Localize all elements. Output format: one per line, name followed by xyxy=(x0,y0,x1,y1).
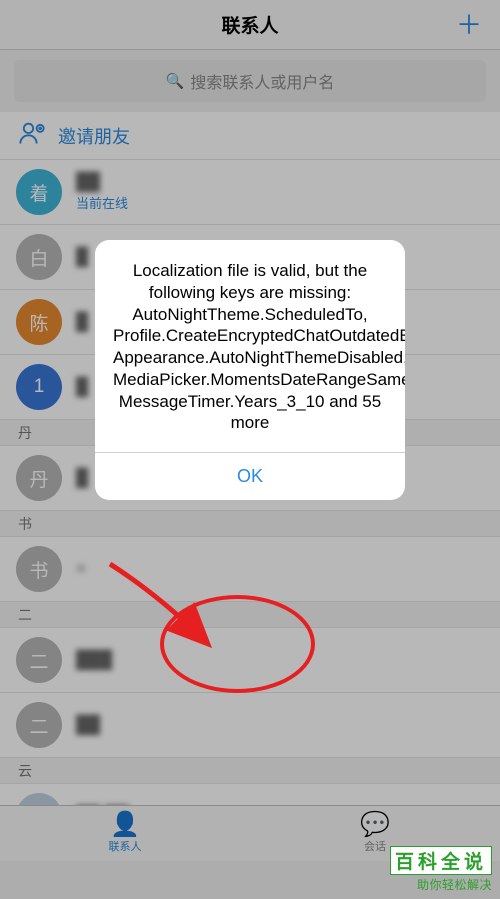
alert-footer: OK xyxy=(95,452,405,500)
alert-dialog: Localization file is valid, but the foll… xyxy=(95,240,405,500)
watermark: 百科全说 助你轻松解决 xyxy=(390,846,492,893)
alert-message: Localization file is valid, but the foll… xyxy=(95,240,405,452)
alert-ok-button[interactable]: OK xyxy=(237,466,263,487)
watermark-title: 百科全说 xyxy=(390,846,492,875)
watermark-subtitle: 助你轻松解决 xyxy=(390,876,492,893)
